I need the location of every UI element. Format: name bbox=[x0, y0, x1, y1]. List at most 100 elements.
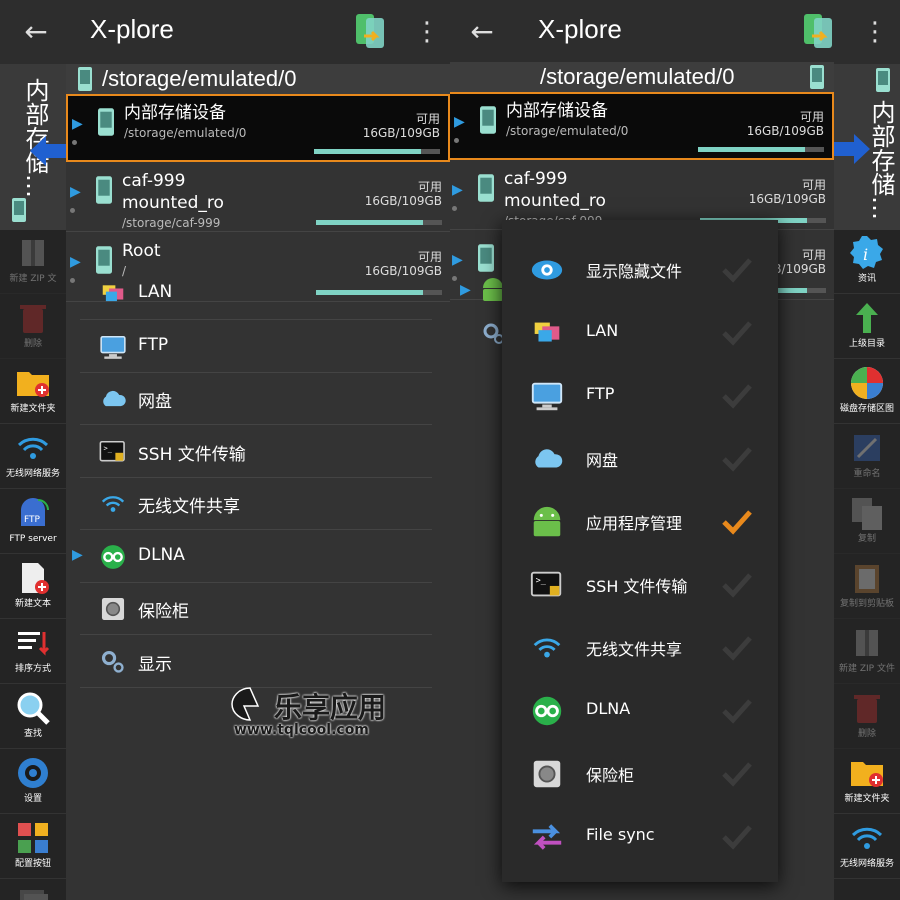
expand-arrow-icon[interactable]: ▶ bbox=[454, 114, 465, 130]
storage-volume[interactable]: ▶ caf-999 mounted_ro/storage/caf-999 可用16G… bbox=[66, 164, 450, 232]
toolbar-button-copy[interactable]: 复制 bbox=[834, 490, 900, 554]
popup-item-vault[interactable]: 保险柜 bbox=[502, 742, 778, 805]
toolbar-button-clipboard[interactable]: 复制到剪贴板 bbox=[834, 555, 900, 619]
volume-name: Root bbox=[122, 241, 161, 261]
popup-item-android[interactable]: 应用程序管理 bbox=[502, 490, 778, 553]
back-button[interactable]: ← bbox=[464, 14, 500, 50]
status-dot bbox=[454, 138, 459, 143]
back-button[interactable]: ← bbox=[18, 14, 54, 50]
popup-item-ftp[interactable]: FTP bbox=[502, 364, 778, 427]
toolbar-button-new-text[interactable]: 新建文本 bbox=[0, 555, 66, 619]
checkmark-icon[interactable] bbox=[720, 821, 754, 851]
toolbar-button-rename[interactable]: 重命名 bbox=[834, 425, 900, 489]
nav-row-label: LAN bbox=[138, 282, 173, 302]
expand-arrow-icon[interactable]: ▶ bbox=[72, 547, 83, 563]
available-label: 可用 bbox=[799, 110, 824, 124]
toolbar-button-trash[interactable]: 删除 bbox=[0, 295, 66, 359]
expand-arrow-icon[interactable]: ▶ bbox=[72, 116, 83, 132]
nav-row-ssh[interactable]: >_ SSH 文件传输 bbox=[80, 426, 432, 478]
toolbar-button-wifi-service[interactable]: 无线网络服务 bbox=[0, 425, 66, 489]
expand-arrow-icon[interactable]: ▶ bbox=[70, 184, 81, 200]
toolbar-button-zip[interactable]: 新建 ZIP 文 bbox=[0, 230, 66, 294]
overflow-menu-button[interactable]: ⋮ bbox=[862, 14, 888, 50]
nav-row-ftp[interactable]: FTP bbox=[80, 321, 432, 373]
popup-item-sync[interactable]: File sync bbox=[502, 805, 778, 868]
cloud-icon bbox=[535, 449, 563, 468]
checkmark-icon[interactable] bbox=[720, 758, 754, 788]
nav-row-cloud[interactable]: 网盘 bbox=[80, 373, 432, 425]
nav-row-lan[interactable]: LAN bbox=[80, 268, 432, 320]
toolbar-button-ftp-server[interactable]: FTP FTP server bbox=[0, 490, 66, 554]
checkmark-icon[interactable] bbox=[720, 317, 754, 347]
toolbar-button-trash[interactable]: 删除 bbox=[834, 685, 900, 749]
clipboard-icon bbox=[855, 565, 879, 593]
checkmark-icon[interactable] bbox=[720, 695, 754, 725]
dlna-icon bbox=[101, 544, 125, 569]
popup-item-label: 保险柜 bbox=[586, 766, 635, 785]
toolbar-button-label: 新建 ZIP 文件 bbox=[839, 664, 895, 674]
new-folder-icon bbox=[851, 762, 883, 787]
volume-path: /storage/caf-999 bbox=[122, 216, 221, 230]
eye-icon bbox=[531, 260, 563, 280]
toolbar-button-sort[interactable]: 排序方式 bbox=[0, 620, 66, 684]
new-folder-icon bbox=[17, 372, 49, 397]
overflow-menu-button[interactable]: ⋮ bbox=[414, 14, 440, 50]
storage-volume[interactable]: ▶ 内部存储设备/storage/emulated/0 可用 16GB/109GB bbox=[450, 92, 834, 160]
popup-item-cloud[interactable]: 网盘 bbox=[502, 427, 778, 490]
expand-arrow-icon[interactable]: ▶ bbox=[452, 182, 463, 198]
checkmark-icon[interactable] bbox=[720, 632, 754, 662]
popup-item-label: 显示隐藏文件 bbox=[586, 262, 683, 281]
toolbar-button-settings[interactable]: 设置 bbox=[0, 750, 66, 814]
popup-item-dlna[interactable]: DLNA bbox=[502, 679, 778, 742]
volume-name: 内部存储设备 bbox=[506, 101, 608, 121]
swap-panes-icon[interactable] bbox=[802, 12, 836, 50]
settings-icon bbox=[18, 758, 48, 788]
toolbar-button-search[interactable]: 查找 bbox=[0, 685, 66, 749]
storage-tab[interactable]: 内部存储… bbox=[0, 64, 66, 230]
storage-volume[interactable]: ▶ 内部存储设备/storage/emulated/0 可用 16GB/109GB bbox=[66, 94, 450, 162]
search-icon bbox=[17, 692, 50, 725]
checkmark-icon[interactable] bbox=[720, 254, 754, 284]
dlna-icon bbox=[532, 696, 562, 726]
vault-icon bbox=[533, 760, 561, 788]
expand-arrow-icon[interactable]: ▶ bbox=[452, 252, 463, 268]
nav-row-wifi[interactable]: 无线文件共享 bbox=[80, 478, 432, 530]
popup-item-eye[interactable]: 显示隐藏文件 bbox=[502, 238, 778, 301]
toolbar-button-info[interactable]: i 资讯 bbox=[834, 230, 900, 294]
checkmark-icon[interactable] bbox=[720, 506, 754, 536]
nav-row-label: SSH 文件传输 bbox=[138, 444, 246, 465]
available-label: 可用 bbox=[417, 250, 442, 264]
popup-item-lan[interactable]: LAN bbox=[502, 301, 778, 364]
toolbar-button-wifi-service[interactable]: 无线网络服务 bbox=[834, 815, 900, 879]
nav-row-dlna[interactable]: DLNA ▶ bbox=[72, 531, 432, 583]
toolbar-button-new-folder[interactable]: 新建文件夹 bbox=[834, 750, 900, 814]
top-app-bar: ← X-plore ⋮ bbox=[450, 0, 900, 64]
toolbar-button-new-folder[interactable]: 新建文件夹 bbox=[0, 360, 66, 424]
ssh-icon: >_ bbox=[99, 440, 125, 461]
swap-panes-icon[interactable] bbox=[354, 12, 388, 50]
toolbar-button-label: 设置 bbox=[23, 794, 42, 804]
nav-row-vault[interactable]: 保险柜 bbox=[80, 583, 432, 635]
zip-icon bbox=[22, 240, 44, 266]
watermark: 乐享应用 www.tqlcool.com bbox=[230, 686, 410, 742]
popup-item-ssh[interactable]: >_ SSH 文件传输 bbox=[502, 553, 778, 616]
gears-icon bbox=[101, 650, 124, 673]
checkmark-icon[interactable] bbox=[720, 569, 754, 599]
watermark-url: www.tqlcool.com bbox=[234, 722, 369, 738]
popup-item-wifi[interactable]: 无线文件共享 bbox=[502, 616, 778, 679]
toolbar-button-disk-map[interactable]: 磁盘存储区图 bbox=[834, 360, 900, 424]
toolbar-button-up-dir[interactable]: 上级目录 bbox=[834, 295, 900, 359]
toolbar-button-history[interactable]: 历史记录 bbox=[0, 880, 66, 900]
toolbar-button-zip[interactable]: 新建 ZIP 文件 bbox=[834, 620, 900, 684]
checkmark-icon[interactable] bbox=[720, 380, 754, 410]
toolbar-button-label: 复制到剪贴板 bbox=[839, 599, 894, 609]
storage-tab[interactable]: 内部存储… bbox=[834, 64, 900, 230]
watermark-logo-icon bbox=[231, 687, 260, 721]
nav-row-gears[interactable]: 显示 bbox=[80, 636, 432, 688]
toolbar-button-label: 排序方式 bbox=[14, 664, 51, 674]
available-label: 可用 bbox=[801, 248, 826, 262]
left-pane: ← X-plore ⋮ 内部存储… 新建 ZIP 文删除 新建文件夹 无线网络服务 F… bbox=[0, 0, 450, 900]
ftp-icon bbox=[100, 335, 126, 359]
toolbar-button-config-buttons[interactable]: 配置按钮 bbox=[0, 815, 66, 879]
checkmark-icon[interactable] bbox=[720, 443, 754, 473]
